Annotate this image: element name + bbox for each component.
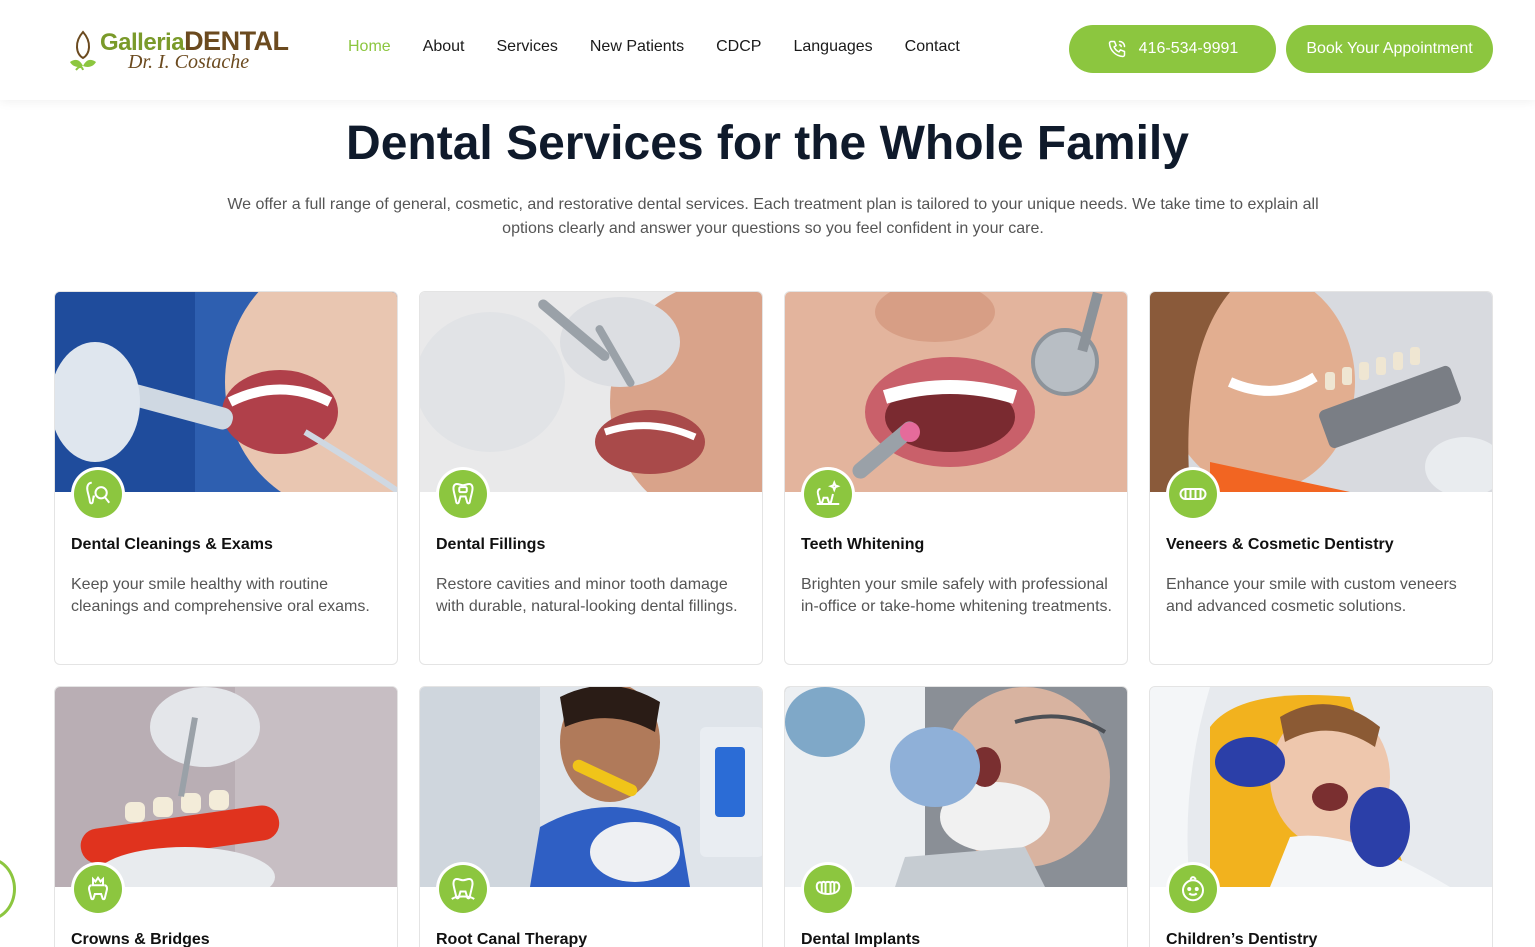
service-title[interactable]: Dental Fillings <box>436 536 545 554</box>
logo-doctor: Dr. I. Costache <box>128 51 250 73</box>
service-title[interactable]: Root Canal Therapy <box>436 931 587 947</box>
nav-contact[interactable]: Contact <box>905 38 960 56</box>
smiling-woman-shade-guide-photo <box>1150 292 1492 492</box>
nav-languages[interactable]: Languages <box>793 38 872 56</box>
service-card-implants[interactable]: Dental Implants <box>784 686 1128 947</box>
card-icon-ring <box>1166 467 1220 521</box>
nav-cdcp[interactable]: CDCP <box>716 38 761 56</box>
phone-button[interactable]: 416-534-9991 <box>1069 25 1276 73</box>
service-card-veneers[interactable]: Veneers & Cosmetic Dentistry Enhance you… <box>1149 291 1493 665</box>
child-face-icon <box>1169 865 1217 913</box>
card-icon-ring <box>801 467 855 521</box>
phone-number: 416-534-9991 <box>1138 40 1239 57</box>
site-header: GalleriaDENTAL Dr. I. Costache Home Abou… <box>0 0 1535 100</box>
service-card-whitening[interactable]: Teeth Whitening Brighten your smile safe… <box>784 291 1128 665</box>
patient-cleaning-photo <box>55 292 397 492</box>
leaf-logo-icon <box>70 30 96 71</box>
implant-teeth-icon <box>804 865 852 913</box>
service-title[interactable]: Veneers & Cosmetic Dentistry <box>1166 536 1394 554</box>
tooth-sparkle-icon <box>804 470 852 518</box>
floating-widget-button[interactable] <box>0 857 16 921</box>
service-card-children[interactable]: Children’s Dentistry <box>1149 686 1493 947</box>
crown-icon <box>74 865 122 913</box>
elderly-patient-photo <box>785 687 1127 887</box>
nav-new-patients[interactable]: New Patients <box>590 38 684 56</box>
tooth-magnifier-icon <box>74 470 122 518</box>
main-nav: Home About Services New Patients CDCP La… <box>348 38 960 56</box>
service-card-crowns[interactable]: Crowns & Bridges <box>54 686 398 947</box>
card-icon-ring <box>71 862 125 916</box>
card-icon-ring <box>436 862 490 916</box>
page-title: Dental Services for the Whole Family <box>346 117 1189 170</box>
service-description: Restore cavities and minor tooth damage … <box>436 576 738 615</box>
service-title[interactable]: Teeth Whitening <box>801 536 924 554</box>
card-icon-ring <box>801 862 855 916</box>
logo[interactable]: GalleriaDENTAL Dr. I. Costache <box>68 24 289 74</box>
book-appointment-button[interactable]: Book Your Appointment <box>1286 25 1493 73</box>
card-icon-ring <box>1166 862 1220 916</box>
dentist-filling-photo <box>420 292 762 492</box>
card-icon-ring <box>71 467 125 521</box>
smiling-man-photo <box>420 687 762 887</box>
tooth-filling-icon <box>439 470 487 518</box>
service-card-fillings[interactable]: Dental Fillings Restore cavities and min… <box>419 291 763 665</box>
service-card-cleanings[interactable]: Dental Cleanings & Exams Keep your smile… <box>54 291 398 665</box>
service-title[interactable]: Dental Cleanings & Exams <box>71 536 273 554</box>
whitening-photo <box>785 292 1127 492</box>
service-description: Brighten your smile safely with professi… <box>801 576 1112 615</box>
nav-about[interactable]: About <box>423 38 465 56</box>
child-patient-photo <box>1150 687 1492 887</box>
dental-model-photo <box>55 687 397 887</box>
service-title[interactable]: Dental Implants <box>801 931 920 947</box>
page-intro: We offer a full range of general, cosmet… <box>227 196 1319 237</box>
service-title[interactable]: Children’s Dentistry <box>1166 931 1317 947</box>
card-icon-ring <box>436 467 490 521</box>
phone-icon <box>1108 40 1125 58</box>
root-canal-icon <box>439 865 487 913</box>
service-card-root-canal[interactable]: Root Canal Therapy <box>419 686 763 947</box>
service-description: Enhance your smile with custom veneers a… <box>1166 576 1457 615</box>
service-title[interactable]: Crowns & Bridges <box>71 931 210 947</box>
service-description: Keep your smile healthy with routine cle… <box>71 576 370 615</box>
nav-home[interactable]: Home <box>348 38 391 56</box>
nav-services[interactable]: Services <box>497 38 558 56</box>
veneers-icon <box>1169 470 1217 518</box>
